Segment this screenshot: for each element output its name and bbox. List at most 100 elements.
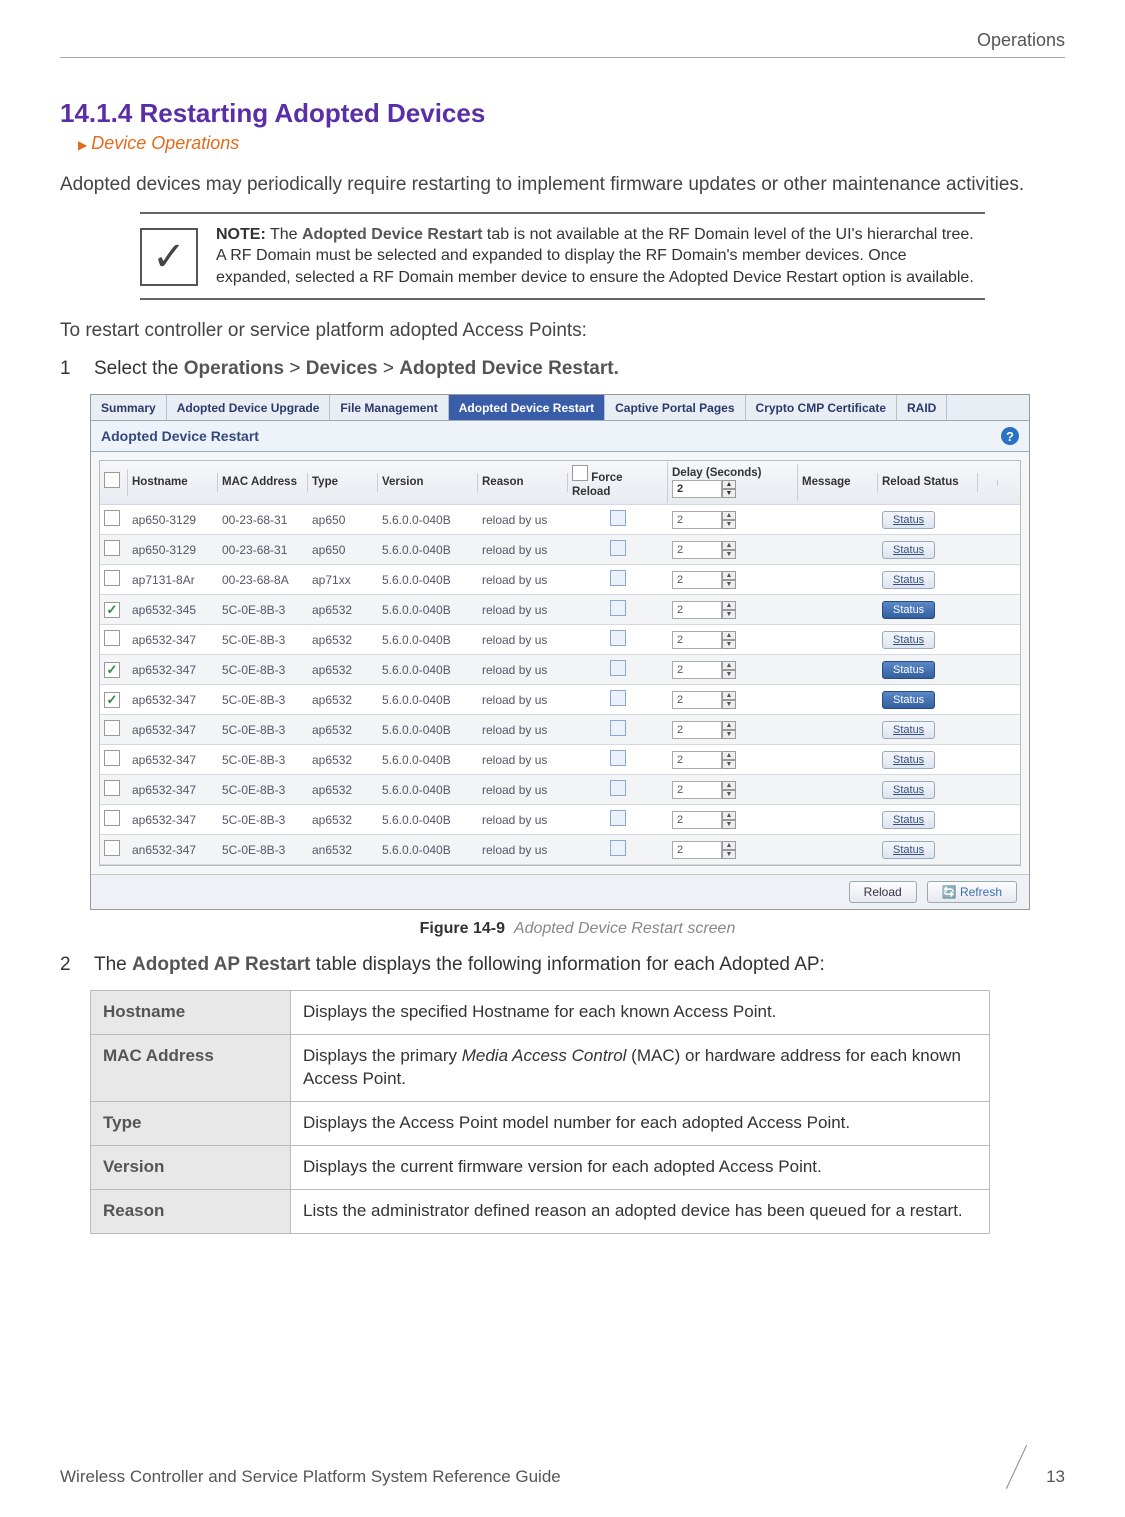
status-button[interactable]: Status (882, 691, 935, 709)
force-reload-header-checkbox[interactable] (572, 465, 588, 481)
tab-summary[interactable]: Summary (91, 395, 167, 420)
delay-spinner[interactable]: 2▲▼ (672, 691, 736, 709)
delay-spinner[interactable]: 2▲▼ (672, 781, 736, 799)
status-button[interactable]: Status (882, 601, 935, 619)
delay-spinner[interactable]: 2▲▼ (672, 601, 736, 619)
table-row[interactable]: an6532-3475C-0E-8B-3an65325.6.0.0-040Bre… (100, 835, 1020, 865)
col-message[interactable]: Message (798, 473, 878, 493)
delay-value[interactable]: 2 (672, 541, 722, 559)
col-version[interactable]: Version (378, 473, 478, 493)
delay-spinner[interactable]: 2▲▼ (672, 721, 736, 739)
spinner-up-icon[interactable]: ▲ (722, 841, 736, 850)
spinner-down-icon[interactable]: ▼ (722, 489, 736, 498)
force-reload-checkbox[interactable] (610, 540, 626, 556)
tab-adopted-device-upgrade[interactable]: Adopted Device Upgrade (167, 395, 331, 420)
col-type[interactable]: Type (308, 473, 378, 493)
delay-spinner[interactable]: 2▲▼ (672, 511, 736, 529)
table-row[interactable]: ap6532-3475C-0E-8B-3ap65325.6.0.0-040Bre… (100, 655, 1020, 685)
force-reload-checkbox[interactable] (610, 750, 626, 766)
spinner-up-icon[interactable]: ▲ (722, 631, 736, 640)
delay-spinner[interactable]: 2▲▼ (672, 811, 736, 829)
force-reload-checkbox[interactable] (610, 720, 626, 736)
status-button[interactable]: Status (882, 781, 935, 799)
force-reload-checkbox[interactable] (610, 690, 626, 706)
refresh-button[interactable]: 🔄 Refresh (927, 881, 1017, 903)
spinner-up-icon[interactable]: ▲ (722, 691, 736, 700)
force-reload-checkbox[interactable] (610, 570, 626, 586)
table-row[interactable]: ap6532-3475C-0E-8B-3ap65325.6.0.0-040Bre… (100, 625, 1020, 655)
delay-value[interactable]: 2 (672, 511, 722, 529)
delay-value[interactable]: 2 (672, 751, 722, 769)
delay-spinner[interactable]: 2▲▼ (672, 751, 736, 769)
spinner-up-icon[interactable]: ▲ (722, 601, 736, 610)
status-button[interactable]: Status (882, 811, 935, 829)
col-reload-status[interactable]: Reload Status (878, 473, 978, 493)
force-reload-checkbox[interactable] (610, 630, 626, 646)
status-button[interactable]: Status (882, 661, 935, 679)
tab-crypto-cmp-certificate[interactable]: Crypto CMP Certificate (746, 395, 897, 420)
table-row[interactable]: ap650-312900-23-68-31ap6505.6.0.0-040Bre… (100, 505, 1020, 535)
force-reload-checkbox[interactable] (610, 780, 626, 796)
spinner-down-icon[interactable]: ▼ (722, 580, 736, 589)
delay-spinner[interactable]: 2▲▼ (672, 571, 736, 589)
spinner-down-icon[interactable]: ▼ (722, 730, 736, 739)
spinner-down-icon[interactable]: ▼ (722, 550, 736, 559)
tab-adopted-device-restart[interactable]: Adopted Device Restart (449, 395, 605, 420)
row-checkbox[interactable] (104, 602, 120, 618)
tab-file-management[interactable]: File Management (330, 395, 448, 420)
delay-value[interactable]: 2 (672, 631, 722, 649)
status-button[interactable]: Status (882, 841, 935, 859)
spinner-down-icon[interactable]: ▼ (722, 520, 736, 529)
delay-spinner[interactable]: 2▲▼ (672, 541, 736, 559)
status-button[interactable]: Status (882, 511, 935, 529)
reload-button[interactable]: Reload (849, 881, 917, 903)
row-checkbox[interactable] (104, 630, 120, 646)
row-checkbox[interactable] (104, 540, 120, 556)
status-button[interactable]: Status (882, 571, 935, 589)
status-button[interactable]: Status (882, 721, 935, 739)
table-row[interactable]: ap6532-3475C-0E-8B-3ap65325.6.0.0-040Bre… (100, 775, 1020, 805)
col-hostname[interactable]: Hostname (128, 473, 218, 493)
col-mac[interactable]: MAC Address (218, 473, 308, 493)
table-row[interactable]: ap7131-8Ar00-23-68-8Aap71xx5.6.0.0-040Br… (100, 565, 1020, 595)
spinner-up-icon[interactable]: ▲ (722, 781, 736, 790)
select-all-checkbox[interactable] (104, 472, 120, 488)
delay-value[interactable]: 2 (672, 661, 722, 679)
force-reload-checkbox[interactable] (610, 600, 626, 616)
row-checkbox[interactable] (104, 810, 120, 826)
delay-value[interactable]: 2 (672, 781, 722, 799)
row-checkbox[interactable] (104, 662, 120, 678)
force-reload-checkbox[interactable] (610, 510, 626, 526)
status-button[interactable]: Status (882, 631, 935, 649)
row-checkbox[interactable] (104, 840, 120, 856)
spinner-down-icon[interactable]: ▼ (722, 700, 736, 709)
header-delay-spinner[interactable]: 2 ▲▼ (672, 480, 736, 498)
spinner-down-icon[interactable]: ▼ (722, 820, 736, 829)
spinner-up-icon[interactable]: ▲ (722, 541, 736, 550)
spinner-down-icon[interactable]: ▼ (722, 760, 736, 769)
table-row[interactable]: ap6532-3475C-0E-8B-3ap65325.6.0.0-040Bre… (100, 715, 1020, 745)
breadcrumb[interactable]: ▶Device Operations (78, 133, 1065, 154)
delay-value[interactable]: 2 (672, 601, 722, 619)
spinner-up-icon[interactable]: ▲ (722, 751, 736, 760)
delay-spinner[interactable]: 2▲▼ (672, 661, 736, 679)
spinner-down-icon[interactable]: ▼ (722, 790, 736, 799)
tab-raid[interactable]: RAID (897, 395, 947, 420)
tab-captive-portal-pages[interactable]: Captive Portal Pages (605, 395, 745, 420)
spinner-up-icon[interactable]: ▲ (722, 511, 736, 520)
row-checkbox[interactable] (104, 750, 120, 766)
spinner-down-icon[interactable]: ▼ (722, 850, 736, 859)
spinner-up-icon[interactable]: ▲ (722, 480, 736, 489)
force-reload-checkbox[interactable] (610, 810, 626, 826)
row-checkbox[interactable] (104, 720, 120, 736)
help-icon[interactable]: ? (1001, 427, 1019, 445)
row-checkbox[interactable] (104, 780, 120, 796)
table-row[interactable]: ap6532-3475C-0E-8B-3ap65325.6.0.0-040Bre… (100, 685, 1020, 715)
table-row[interactable]: ap6532-3475C-0E-8B-3ap65325.6.0.0-040Bre… (100, 805, 1020, 835)
col-reason[interactable]: Reason (478, 473, 568, 493)
force-reload-checkbox[interactable] (610, 660, 626, 676)
table-row[interactable]: ap6532-3455C-0E-8B-3ap65325.6.0.0-040Bre… (100, 595, 1020, 625)
delay-value[interactable]: 2 (672, 721, 722, 739)
table-row[interactable]: ap6532-3475C-0E-8B-3ap65325.6.0.0-040Bre… (100, 745, 1020, 775)
spinner-up-icon[interactable]: ▲ (722, 571, 736, 580)
